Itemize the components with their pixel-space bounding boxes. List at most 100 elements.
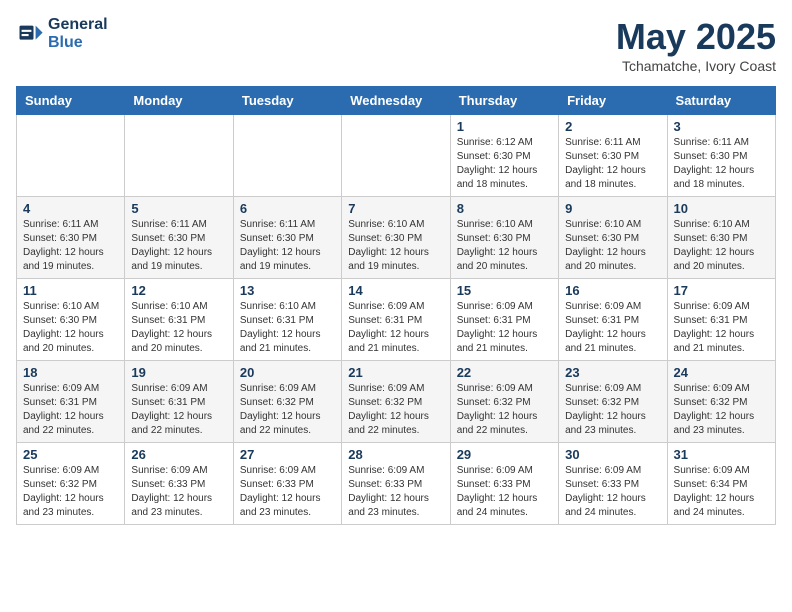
calendar-cell: 22Sunrise: 6:09 AM Sunset: 6:32 PM Dayli…: [450, 361, 558, 443]
page-header: General Blue May 2025 Tchamatche, Ivory …: [16, 16, 776, 74]
calendar-cell: [233, 115, 341, 197]
logo: General Blue: [16, 16, 108, 52]
calendar-cell: 20 Sunrise: 6:09 AM Sunset: 6:32 PM Dayli…: [233, 361, 341, 443]
day-info: Sunrise: 6:11 AM Sunset: 6:30 PM Dayligh…: [131, 218, 226, 274]
calendar-cell: 29 Sunrise: 6:09 AM Sunset: 6:33 PM Dayli…: [450, 443, 558, 525]
day-number: 22: [457, 365, 552, 380]
calendar-cell: 3Sunrise: 6:11 AM Sunset: 6:30 PM Daylig…: [667, 115, 775, 197]
calendar-day-header: Wednesday: [342, 87, 450, 115]
day-info: Sunrise: 6:10 AM Sunset: 6:30 PM Dayligh…: [23, 300, 118, 356]
calendar-cell: 26 Sunrise: 6:09 AM Sunset: 6:33 PM Dayli…: [125, 443, 233, 525]
calendar-cell: 16 Sunrise: 6:09 AM Sunset: 6:31 PM Dayli…: [559, 279, 667, 361]
calendar-cell: 19 Sunrise: 6:09 AM Sunset: 6:31 PM Dayli…: [125, 361, 233, 443]
day-number: 25: [23, 447, 118, 462]
day-info: Sunrise: 6:09 AM Sunset: 6:33 PM Dayligh…: [348, 464, 443, 520]
calendar-cell: 23Sunrise: 6:09 AM Sunset: 6:32 PM Dayli…: [559, 361, 667, 443]
day-number: 6: [240, 201, 335, 216]
day-number: 17: [674, 283, 769, 298]
calendar-cell: 10 Sunrise: 6:10 AM Sunset: 6:30 PM Dayli…: [667, 197, 775, 279]
day-info: Sunrise: 6:09 AM Sunset: 6:31 PM Dayligh…: [565, 300, 660, 356]
calendar-week-row: 25 Sunrise: 6:09 AM Sunset: 6:32 PM Dayli…: [17, 443, 776, 525]
calendar-day-header: Saturday: [667, 87, 775, 115]
calendar-cell: 6 Sunrise: 6:11 AM Sunset: 6:30 PM Daylig…: [233, 197, 341, 279]
calendar-cell: 1 Sunrise: 6:12 AM Sunset: 6:30 PM Daylig…: [450, 115, 558, 197]
calendar-cell: [342, 115, 450, 197]
day-number: 14: [348, 283, 443, 298]
day-number: 20: [240, 365, 335, 380]
calendar-header-row: SundayMondayTuesdayWednesdayThursdayFrid…: [17, 87, 776, 115]
day-info: Sunrise: 6:10 AM Sunset: 6:30 PM Dayligh…: [348, 218, 443, 274]
day-info: Sunrise: 6:09 AM Sunset: 6:32 PM Dayligh…: [240, 382, 335, 438]
calendar-cell: 11Sunrise: 6:10 AM Sunset: 6:30 PM Dayli…: [17, 279, 125, 361]
calendar-cell: [17, 115, 125, 197]
calendar-day-header: Thursday: [450, 87, 558, 115]
logo-icon: [16, 20, 44, 48]
day-info: Sunrise: 6:09 AM Sunset: 6:31 PM Dayligh…: [348, 300, 443, 356]
day-number: 2: [565, 119, 660, 134]
day-info: Sunrise: 6:09 AM Sunset: 6:31 PM Dayligh…: [23, 382, 118, 438]
calendar-day-header: Monday: [125, 87, 233, 115]
day-number: 16: [565, 283, 660, 298]
calendar-cell: 8 Sunrise: 6:10 AM Sunset: 6:30 PM Daylig…: [450, 197, 558, 279]
day-number: 13: [240, 283, 335, 298]
calendar-cell: 2Sunrise: 6:11 AM Sunset: 6:30 PM Daylig…: [559, 115, 667, 197]
location-subtitle: Tchamatche, Ivory Coast: [616, 58, 776, 74]
day-number: 1: [457, 119, 552, 134]
calendar-cell: 4 Sunrise: 6:11 AM Sunset: 6:30 PM Daylig…: [17, 197, 125, 279]
day-number: 31: [674, 447, 769, 462]
calendar-table: SundayMondayTuesdayWednesdayThursdayFrid…: [16, 86, 776, 525]
day-info: Sunrise: 6:11 AM Sunset: 6:30 PM Dayligh…: [23, 218, 118, 274]
day-number: 9: [565, 201, 660, 216]
calendar-cell: 31 Sunrise: 6:09 AM Sunset: 6:34 PM Dayli…: [667, 443, 775, 525]
calendar-cell: 30 Sunrise: 6:09 AM Sunset: 6:33 PM Dayli…: [559, 443, 667, 525]
day-info: Sunrise: 6:10 AM Sunset: 6:30 PM Dayligh…: [674, 218, 769, 274]
day-info: Sunrise: 6:10 AM Sunset: 6:31 PM Dayligh…: [131, 300, 226, 356]
day-info: Sunrise: 6:09 AM Sunset: 6:32 PM Dayligh…: [348, 382, 443, 438]
day-number: 3: [674, 119, 769, 134]
day-info: Sunrise: 6:10 AM Sunset: 6:30 PM Dayligh…: [565, 218, 660, 274]
calendar-cell: 9 Sunrise: 6:10 AM Sunset: 6:30 PM Daylig…: [559, 197, 667, 279]
calendar-week-row: 4 Sunrise: 6:11 AM Sunset: 6:30 PM Daylig…: [17, 197, 776, 279]
day-number: 7: [348, 201, 443, 216]
day-number: 4: [23, 201, 118, 216]
calendar-cell: 28 Sunrise: 6:09 AM Sunset: 6:33 PM Dayli…: [342, 443, 450, 525]
day-number: 15: [457, 283, 552, 298]
day-number: 29: [457, 447, 552, 462]
day-number: 10: [674, 201, 769, 216]
day-number: 12: [131, 283, 226, 298]
calendar-cell: 12 Sunrise: 6:10 AM Sunset: 6:31 PM Dayli…: [125, 279, 233, 361]
day-number: 28: [348, 447, 443, 462]
day-info: Sunrise: 6:09 AM Sunset: 6:33 PM Dayligh…: [240, 464, 335, 520]
calendar-day-header: Tuesday: [233, 87, 341, 115]
day-number: 8: [457, 201, 552, 216]
day-number: 24: [674, 365, 769, 380]
day-info: Sunrise: 6:09 AM Sunset: 6:32 PM Dayligh…: [23, 464, 118, 520]
day-info: Sunrise: 6:09 AM Sunset: 6:33 PM Dayligh…: [131, 464, 226, 520]
day-info: Sunrise: 6:09 AM Sunset: 6:31 PM Dayligh…: [131, 382, 226, 438]
day-number: 19: [131, 365, 226, 380]
day-number: 21: [348, 365, 443, 380]
day-info: Sunrise: 6:09 AM Sunset: 6:31 PM Dayligh…: [457, 300, 552, 356]
day-info: Sunrise: 6:09 AM Sunset: 6:32 PM Dayligh…: [565, 382, 660, 438]
calendar-week-row: 11Sunrise: 6:10 AM Sunset: 6:30 PM Dayli…: [17, 279, 776, 361]
calendar-day-header: Friday: [559, 87, 667, 115]
month-year-title: May 2025: [616, 16, 776, 58]
calendar-cell: 5Sunrise: 6:11 AM Sunset: 6:30 PM Daylig…: [125, 197, 233, 279]
day-number: 26: [131, 447, 226, 462]
logo-text: General Blue: [48, 16, 108, 52]
day-info: Sunrise: 6:10 AM Sunset: 6:30 PM Dayligh…: [457, 218, 552, 274]
day-info: Sunrise: 6:09 AM Sunset: 6:33 PM Dayligh…: [565, 464, 660, 520]
day-info: Sunrise: 6:12 AM Sunset: 6:30 PM Dayligh…: [457, 136, 552, 192]
calendar-cell: 15 Sunrise: 6:09 AM Sunset: 6:31 PM Dayli…: [450, 279, 558, 361]
calendar-week-row: 1 Sunrise: 6:12 AM Sunset: 6:30 PM Daylig…: [17, 115, 776, 197]
calendar-cell: 18 Sunrise: 6:09 AM Sunset: 6:31 PM Dayli…: [17, 361, 125, 443]
title-block: May 2025 Tchamatche, Ivory Coast: [616, 16, 776, 74]
calendar-cell: 7 Sunrise: 6:10 AM Sunset: 6:30 PM Daylig…: [342, 197, 450, 279]
day-number: 30: [565, 447, 660, 462]
day-info: Sunrise: 6:09 AM Sunset: 6:34 PM Dayligh…: [674, 464, 769, 520]
day-info: Sunrise: 6:11 AM Sunset: 6:30 PM Dayligh…: [240, 218, 335, 274]
day-number: 18: [23, 365, 118, 380]
calendar-cell: 17Sunrise: 6:09 AM Sunset: 6:31 PM Dayli…: [667, 279, 775, 361]
day-info: Sunrise: 6:09 AM Sunset: 6:33 PM Dayligh…: [457, 464, 552, 520]
calendar-cell: 21 Sunrise: 6:09 AM Sunset: 6:32 PM Dayli…: [342, 361, 450, 443]
